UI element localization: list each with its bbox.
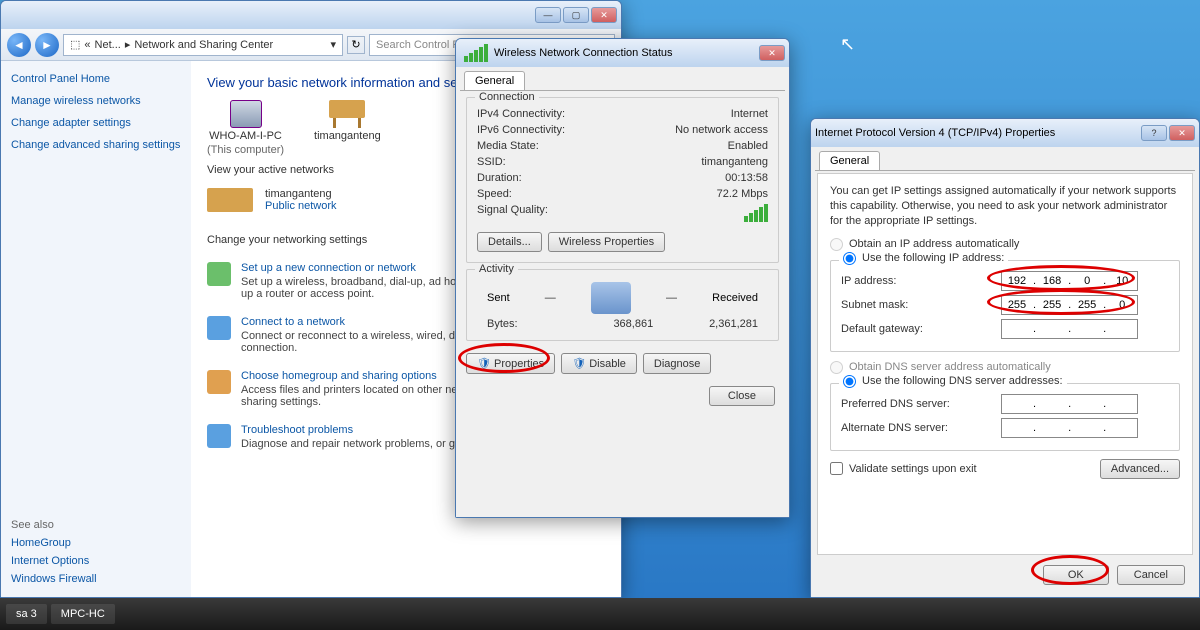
back-button[interactable]: ◄ bbox=[7, 33, 31, 57]
kv-value: No network access bbox=[675, 124, 768, 136]
close-button[interactable]: Close bbox=[709, 386, 775, 406]
sent-label: Sent bbox=[487, 292, 510, 304]
preferred-dns-input[interactable]: ... bbox=[1001, 394, 1138, 414]
dialog-title: Wireless Network Connection Status bbox=[494, 47, 753, 59]
kv-label: Speed: bbox=[477, 188, 512, 200]
details-button[interactable]: Details... bbox=[477, 232, 542, 252]
kv-label: Duration: bbox=[477, 172, 522, 184]
bytes-label: Bytes: bbox=[487, 318, 518, 330]
breadcrumb[interactable]: ⬚ « Net... ▸ Network and Sharing Center … bbox=[63, 34, 343, 56]
close-button[interactable]: ✕ bbox=[591, 7, 617, 23]
sidebar: Control Panel Home Manage wireless netwo… bbox=[1, 61, 191, 597]
tcpip-properties-dialog: Internet Protocol Version 4 (TCP/IPv4) P… bbox=[810, 118, 1200, 598]
dns-fieldset: Use the following DNS server addresses: … bbox=[830, 383, 1180, 451]
computers-icon bbox=[591, 282, 631, 314]
titlebar[interactable]: Internet Protocol Version 4 (TCP/IPv4) P… bbox=[811, 119, 1199, 147]
bytes-sent: 368,861 bbox=[613, 318, 653, 330]
group-legend: Connection bbox=[475, 91, 539, 103]
sidebar-link[interactable]: Internet Options bbox=[11, 555, 181, 567]
taskbar-item[interactable]: sa 3 bbox=[6, 604, 47, 624]
subnet-mask-label: Subnet mask: bbox=[841, 299, 991, 311]
group-legend: Activity bbox=[475, 263, 518, 275]
connection-group: Connection IPv4 Connectivity:Internet IP… bbox=[466, 97, 779, 263]
ok-button[interactable]: OK bbox=[1043, 565, 1109, 585]
connect-icon bbox=[207, 316, 231, 340]
advanced-button[interactable]: Advanced... bbox=[1100, 459, 1180, 479]
activity-group: Activity Sent — — Received Bytes:368,861… bbox=[466, 269, 779, 341]
nav-icon: ⬚ bbox=[70, 38, 80, 51]
network-icon bbox=[207, 188, 253, 212]
minimize-button[interactable]: — bbox=[535, 7, 561, 23]
ip-address-input[interactable]: ... bbox=[1001, 271, 1138, 291]
control-panel-home-link[interactable]: Control Panel Home bbox=[11, 73, 181, 85]
radio-obtain-ip-auto[interactable]: Obtain an IP address automatically bbox=[830, 237, 1180, 252]
wireless-status-dialog: Wireless Network Connection Status ✕ Gen… bbox=[455, 38, 790, 518]
mouse-cursor: ↖ bbox=[840, 34, 855, 55]
titlebar[interactable]: — ▢ ✕ bbox=[1, 1, 621, 29]
kv-value: Enabled bbox=[728, 140, 768, 152]
alternate-dns-label: Alternate DNS server: bbox=[841, 422, 991, 434]
tab-general[interactable]: General bbox=[819, 151, 880, 170]
active-network-name: timanganteng bbox=[265, 188, 337, 200]
network-type-link[interactable]: Public network bbox=[265, 200, 337, 212]
setup-icon bbox=[207, 262, 231, 286]
taskbar-item[interactable]: MPC-HC bbox=[51, 604, 115, 624]
sidebar-link[interactable]: Manage wireless networks bbox=[11, 95, 181, 107]
kv-label: IPv6 Connectivity: bbox=[477, 124, 565, 136]
forward-button[interactable]: ► bbox=[35, 33, 59, 57]
breadcrumb-page[interactable]: Network and Sharing Center bbox=[134, 39, 273, 51]
ip-address-label: IP address: bbox=[841, 275, 991, 287]
sidebar-link[interactable]: HomeGroup bbox=[11, 537, 181, 549]
kv-label: SSID: bbox=[477, 156, 506, 168]
kv-value: 72.2 Mbps bbox=[717, 188, 768, 200]
subnet-mask-input[interactable]: ... bbox=[1001, 295, 1138, 315]
breadcrumb-root[interactable]: Net... bbox=[95, 39, 121, 51]
close-button[interactable]: ✕ bbox=[1169, 125, 1195, 141]
router-icon bbox=[329, 100, 365, 118]
signal-bars-icon bbox=[744, 204, 768, 222]
titlebar[interactable]: Wireless Network Connection Status ✕ bbox=[456, 39, 789, 67]
close-button[interactable]: ✕ bbox=[759, 45, 785, 61]
radio-obtain-dns-auto: Obtain DNS server address automatically bbox=[830, 360, 1180, 375]
gateway-input[interactable]: ... bbox=[1001, 319, 1138, 339]
cancel-button[interactable]: Cancel bbox=[1117, 565, 1185, 585]
signal-quality-label: Signal Quality: bbox=[477, 204, 548, 222]
properties-button[interactable]: 🛡 Properties bbox=[466, 353, 555, 374]
gateway-label: Default gateway: bbox=[841, 323, 991, 335]
pc-sublabel: (This computer) bbox=[207, 144, 284, 156]
description-text: You can get IP settings assigned automat… bbox=[830, 184, 1180, 229]
dialog-title: Internet Protocol Version 4 (TCP/IPv4) P… bbox=[815, 127, 1135, 139]
maximize-button[interactable]: ▢ bbox=[563, 7, 589, 23]
see-also-header: See also bbox=[11, 519, 181, 531]
received-label: Received bbox=[712, 292, 758, 304]
wireless-properties-button[interactable]: Wireless Properties bbox=[548, 232, 665, 252]
signal-icon bbox=[464, 44, 488, 62]
sidebar-link[interactable]: Windows Firewall bbox=[11, 573, 181, 585]
validate-checkbox[interactable]: Validate settings upon exit bbox=[830, 462, 977, 475]
kv-value: timanganteng bbox=[701, 156, 768, 168]
sidebar-link[interactable]: Change advanced sharing settings bbox=[11, 139, 181, 151]
bytes-received: 2,361,281 bbox=[709, 318, 758, 330]
pc-name: WHO-AM-I-PC bbox=[209, 130, 282, 142]
kv-value: Internet bbox=[731, 108, 768, 120]
ip-address-fieldset: Use the following IP address: IP address… bbox=[830, 260, 1180, 352]
troubleshoot-icon bbox=[207, 424, 231, 448]
radio-use-dns[interactable] bbox=[843, 375, 856, 388]
preferred-dns-label: Preferred DNS server: bbox=[841, 398, 991, 410]
disable-button[interactable]: 🛡 Disable bbox=[561, 353, 637, 374]
radio-use-ip[interactable] bbox=[843, 252, 856, 265]
sidebar-link[interactable]: Change adapter settings bbox=[11, 117, 181, 129]
tab-general[interactable]: General bbox=[464, 71, 525, 90]
kv-value: 00:13:58 bbox=[725, 172, 768, 184]
router-name: timanganteng bbox=[314, 130, 381, 142]
homegroup-icon bbox=[207, 370, 231, 394]
diagnose-button[interactable]: Diagnose bbox=[643, 353, 711, 374]
help-button[interactable]: ? bbox=[1141, 125, 1167, 141]
taskbar[interactable]: sa 3 MPC-HC bbox=[0, 598, 1200, 630]
computer-icon bbox=[230, 100, 262, 128]
kv-label: IPv4 Connectivity: bbox=[477, 108, 565, 120]
refresh-button[interactable]: ↻ bbox=[347, 36, 365, 54]
kv-label: Media State: bbox=[477, 140, 539, 152]
alternate-dns-input[interactable]: ... bbox=[1001, 418, 1138, 438]
